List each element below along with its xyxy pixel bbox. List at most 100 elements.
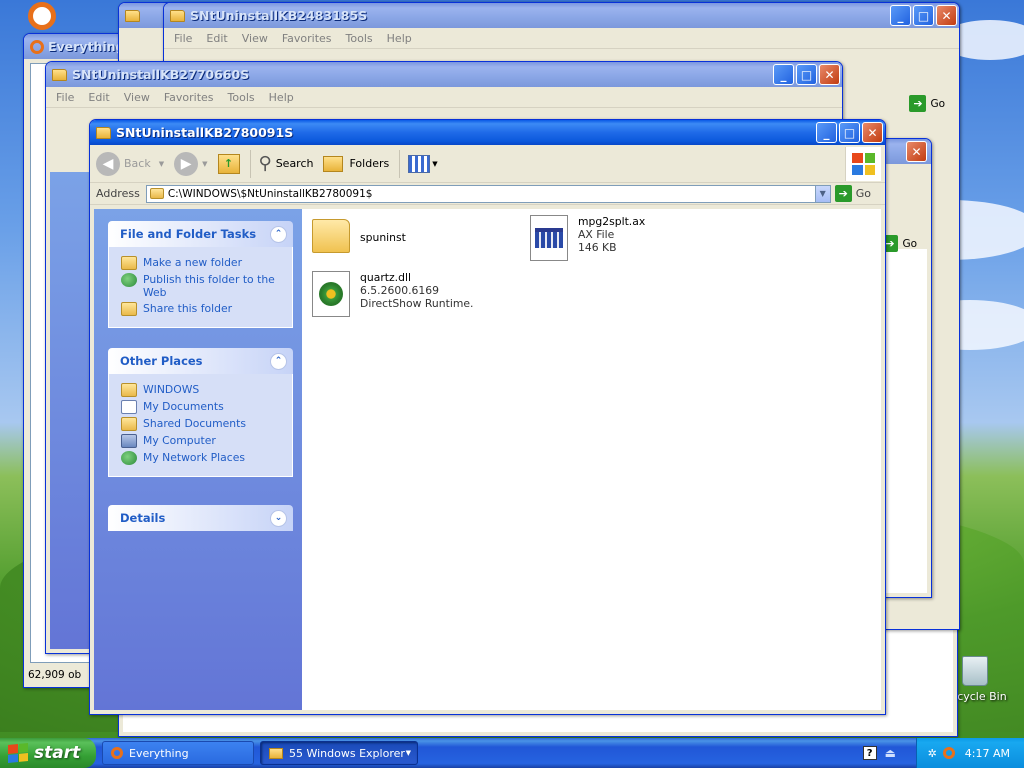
file-item-spuninst[interactable]: spuninst	[312, 219, 406, 253]
toolbar-separator	[399, 149, 401, 178]
menu-tools[interactable]: Tools	[346, 32, 373, 45]
expand-icon[interactable]: ⌄	[270, 509, 287, 527]
file-folder-tasks-body: Make a new folder Publish this folder to…	[108, 247, 293, 328]
globe-icon	[121, 273, 137, 287]
menu-edit[interactable]: Edit	[88, 91, 109, 104]
bg1-titlebar[interactable]: SNtUninstallKB2483185S _ □ ✕	[164, 3, 959, 28]
main-titlebar[interactable]: SNtUninstallKB2780091S _ □ ✕	[90, 120, 885, 145]
help-icon[interactable]: ?	[862, 746, 877, 760]
file-list[interactable]: spuninst mpg2splt.ax AX File 146 KB quar…	[302, 209, 881, 710]
menu-file[interactable]: File	[56, 91, 74, 104]
safely-remove-icon[interactable]: ⏏	[885, 746, 896, 760]
network-tray-icon[interactable]: ✲	[928, 747, 937, 760]
everything-logo-icon	[111, 747, 123, 759]
windows-flag-icon	[8, 742, 28, 764]
go-label: Go	[930, 97, 945, 110]
task-label: Make a new folder	[143, 256, 243, 269]
bg1-go[interactable]: ➔ Go	[909, 95, 945, 112]
up-folder-button[interactable]: ↑	[217, 153, 240, 174]
everything-status: 62,909 ob	[28, 669, 82, 681]
menu-favorites[interactable]: Favorites	[164, 91, 214, 104]
make-new-folder-link[interactable]: Make a new folder	[121, 256, 292, 270]
details-title: Details	[120, 511, 166, 525]
documents-icon	[121, 400, 137, 414]
close-button[interactable]: ✕	[936, 5, 957, 26]
file-folder-tasks-header[interactable]: File and Folder Tasks ⌃	[108, 221, 293, 247]
search-label: Search	[275, 157, 314, 170]
minimize-button[interactable]: _	[816, 122, 837, 143]
computer-icon	[121, 434, 137, 448]
place-my-documents-link[interactable]: My Documents	[121, 400, 292, 414]
maximize-button[interactable]: □	[796, 64, 817, 85]
menu-tools[interactable]: Tools	[228, 91, 255, 104]
go-button[interactable]: ➔ Go	[834, 185, 871, 202]
explorer-window-main[interactable]: SNtUninstallKB2780091S _ □ ✕ ◀ Back ▼ ▶ …	[89, 119, 886, 715]
views-button[interactable]: ▼	[408, 154, 438, 173]
minimize-button[interactable]: _	[773, 64, 794, 85]
stacked-go[interactable]: ➔ Go	[881, 235, 917, 252]
share-icon	[121, 302, 137, 316]
other-places-header[interactable]: Other Places ⌃	[108, 348, 293, 374]
minimize-button[interactable]: _	[890, 5, 911, 26]
menu-file[interactable]: File	[174, 32, 192, 45]
bg1-title: SNtUninstallKB2483185S	[190, 8, 368, 23]
close-button[interactable]: ✕	[862, 122, 883, 143]
task-label: Everything	[129, 746, 189, 760]
close-button[interactable]: ✕	[906, 141, 927, 162]
place-my-network-link[interactable]: My Network Places	[121, 451, 292, 465]
start-button[interactable]: start	[0, 738, 96, 768]
menu-view[interactable]: View	[242, 32, 268, 45]
menu-favorites[interactable]: Favorites	[282, 32, 332, 45]
forward-button[interactable]: ▶ ▼	[174, 151, 208, 176]
folder-icon	[269, 747, 283, 759]
go-label: Go	[855, 187, 871, 200]
details-header[interactable]: Details ⌄	[108, 505, 293, 531]
file-item-mpg2splt[interactable]: mpg2splt.ax AX File 146 KB	[530, 215, 645, 261]
place-label: My Documents	[143, 400, 224, 413]
task-label: 55 Windows Explorer	[289, 746, 405, 760]
place-shared-documents-link[interactable]: Shared Documents	[121, 417, 292, 431]
menu-edit[interactable]: Edit	[206, 32, 227, 45]
close-button[interactable]: ✕	[819, 64, 840, 85]
publish-web-link[interactable]: Publish this folder to the Web	[121, 273, 292, 299]
menu-view[interactable]: View	[124, 91, 150, 104]
place-windows-link[interactable]: WINDOWS	[121, 383, 292, 397]
place-label: My Network Places	[143, 451, 245, 464]
maximize-button[interactable]: □	[913, 5, 934, 26]
place-my-computer-link[interactable]: My Computer	[121, 434, 292, 448]
task-label: Share this folder	[143, 302, 233, 315]
task-windows-explorer[interactable]: 55 Windows Explorer ▼	[260, 741, 418, 765]
folder-icon	[149, 188, 164, 199]
address-input[interactable]: C:\WINDOWS\$NtUninstallKB2780091$ ▼	[145, 184, 831, 203]
file-name: mpg2splt.ax	[578, 215, 646, 228]
task-everything[interactable]: Everything	[102, 741, 254, 765]
folders-button[interactable]: Folders	[323, 155, 389, 172]
file-description: DirectShow Runtime.	[360, 297, 474, 310]
address-label: Address	[96, 187, 140, 200]
collapse-icon[interactable]: ⌃	[270, 352, 287, 370]
menu-help[interactable]: Help	[387, 32, 412, 45]
maximize-button[interactable]: □	[839, 122, 860, 143]
menu-help[interactable]: Help	[269, 91, 294, 104]
back-button[interactable]: ◀ Back ▼	[96, 151, 164, 176]
start-label: start	[34, 743, 81, 763]
chevron-down-icon[interactable]: ▼	[814, 185, 830, 202]
file-item-quartz[interactable]: quartz.dll 6.5.2600.6169 DirectShow Runt…	[312, 271, 473, 317]
clock[interactable]: 4:17 AM	[965, 747, 1010, 760]
folder-icon	[121, 383, 137, 397]
folder-icon	[96, 126, 111, 139]
back-label: Back	[124, 157, 151, 170]
everything-tray-icon[interactable]	[942, 747, 955, 759]
collapse-icon[interactable]: ⌃	[270, 225, 287, 243]
other-places-panel: Other Places ⌃ WINDOWS My Documents Shar…	[108, 348, 293, 477]
bg1-menubar: File Edit View Favorites Tools Help	[164, 28, 959, 49]
everything-logo-icon	[30, 39, 44, 54]
search-button[interactable]: ⚲ Search	[259, 153, 314, 174]
share-folder-link[interactable]: Share this folder	[121, 302, 292, 316]
chevron-down-icon: ▼	[405, 749, 411, 757]
file-folder-tasks-panel: File and Folder Tasks ⌃ Make a new folde…	[108, 221, 293, 328]
bg2-titlebar[interactable]: SNtUninstallKB2770660S _ □ ✕	[46, 62, 842, 87]
file-name: spuninst	[360, 231, 406, 244]
everything-desktop-icon[interactable]	[28, 2, 56, 30]
main-title: SNtUninstallKB2780091S	[116, 125, 294, 140]
